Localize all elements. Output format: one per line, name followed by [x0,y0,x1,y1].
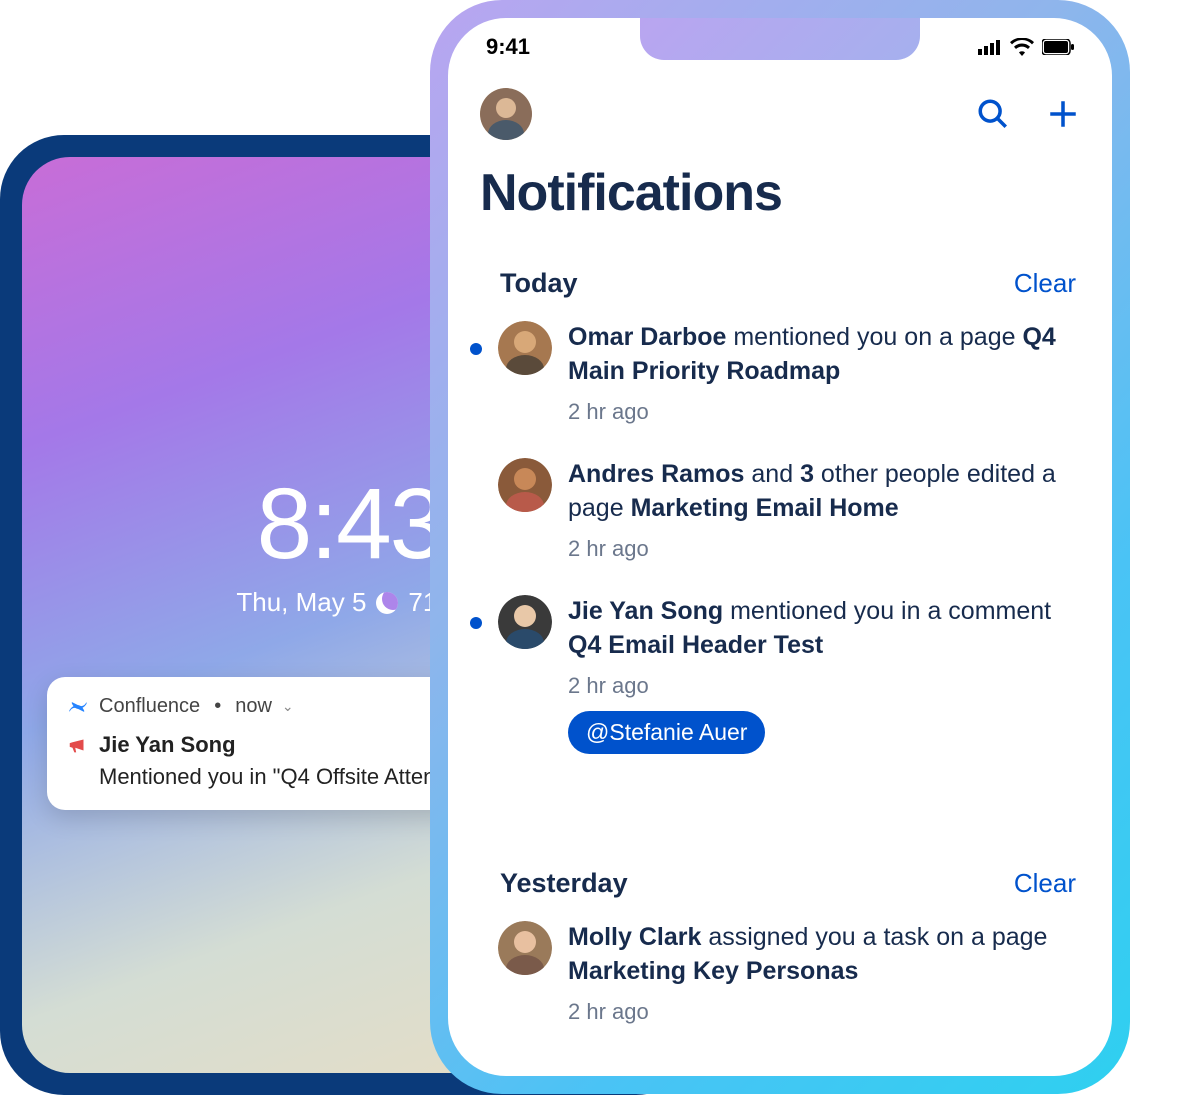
push-app-name: Confluence [99,695,200,718]
battery-icon [1042,39,1074,55]
status-time: 9:41 [486,34,530,60]
avatar[interactable] [498,458,552,512]
search-icon[interactable] [976,97,1010,131]
section-label-yesterday: Yesterday [500,868,628,899]
notif-actor: Omar Darboe [568,323,726,351]
notif-target: Q4 Email Header Test [568,631,823,659]
chevron-down-icon[interactable]: ⌄ [282,698,294,715]
push-sender: Jie Yan Song [99,732,460,758]
unread-dot-icon [470,343,482,355]
mention-pill[interactable]: @Stefanie Auer [568,711,765,754]
notif-target: Marketing Key Personas [568,957,858,985]
notif-time: 2 hr ago [568,397,1076,427]
confluence-icon [67,696,89,718]
notif-time: 2 hr ago [568,534,1076,564]
notif-time: 2 hr ago [568,997,1076,1027]
lockscreen-date: Thu, May 5 [236,587,366,618]
notif-count: 3 [800,460,814,488]
push-time: now [235,695,272,718]
notification-item[interactable]: Jie Yan Song mentioned you in a comment … [470,595,1076,753]
clear-button-today[interactable]: Clear [1014,268,1076,299]
notification-item[interactable]: Andres Ramos and 3 other people edited a… [470,458,1076,563]
notif-actor: Molly Clark [568,923,701,951]
profile-avatar[interactable] [480,88,532,140]
notif-target: Marketing Email Home [631,494,899,522]
avatar[interactable] [498,921,552,975]
clear-button-yesterday[interactable]: Clear [1014,868,1076,899]
notif-text: and [744,460,800,488]
section-yesterday: Yesterday Clear Molly Clark assigned you… [448,868,1112,1058]
unread-dot-icon [470,617,482,629]
section-label-today: Today [500,268,578,299]
status-bar: 9:41 [448,32,1112,62]
wifi-icon [1010,38,1034,56]
avatar[interactable] [498,595,552,649]
plus-icon[interactable] [1046,97,1080,131]
notif-text: assigned you a task on a page [701,923,1047,951]
app-phone: 9:41 [430,0,1130,1094]
notif-text: mentioned you in a comment [723,597,1051,625]
cellular-signal-icon [978,39,1002,55]
notification-item[interactable]: Molly Clark assigned you a task on a pag… [470,921,1076,1026]
moon-icon [376,592,398,614]
app-screen: 9:41 [448,18,1112,1076]
notif-text: mentioned you on a page [726,323,1022,351]
page-title: Notifications [480,163,782,223]
megaphone-icon [67,734,89,756]
section-today: Today Clear Omar Darboe mentioned you on… [448,268,1112,786]
nav-row [448,88,1112,140]
notif-actor: Andres Ramos [568,460,744,488]
push-separator: • [214,695,221,718]
push-body-text: Mentioned you in "Q4 Offsite Attende [99,764,460,790]
notification-item[interactable]: Omar Darboe mentioned you on a page Q4 M… [470,321,1076,426]
notif-actor: Jie Yan Song [568,597,723,625]
avatar[interactable] [498,321,552,375]
notif-time: 2 hr ago [568,671,1076,701]
